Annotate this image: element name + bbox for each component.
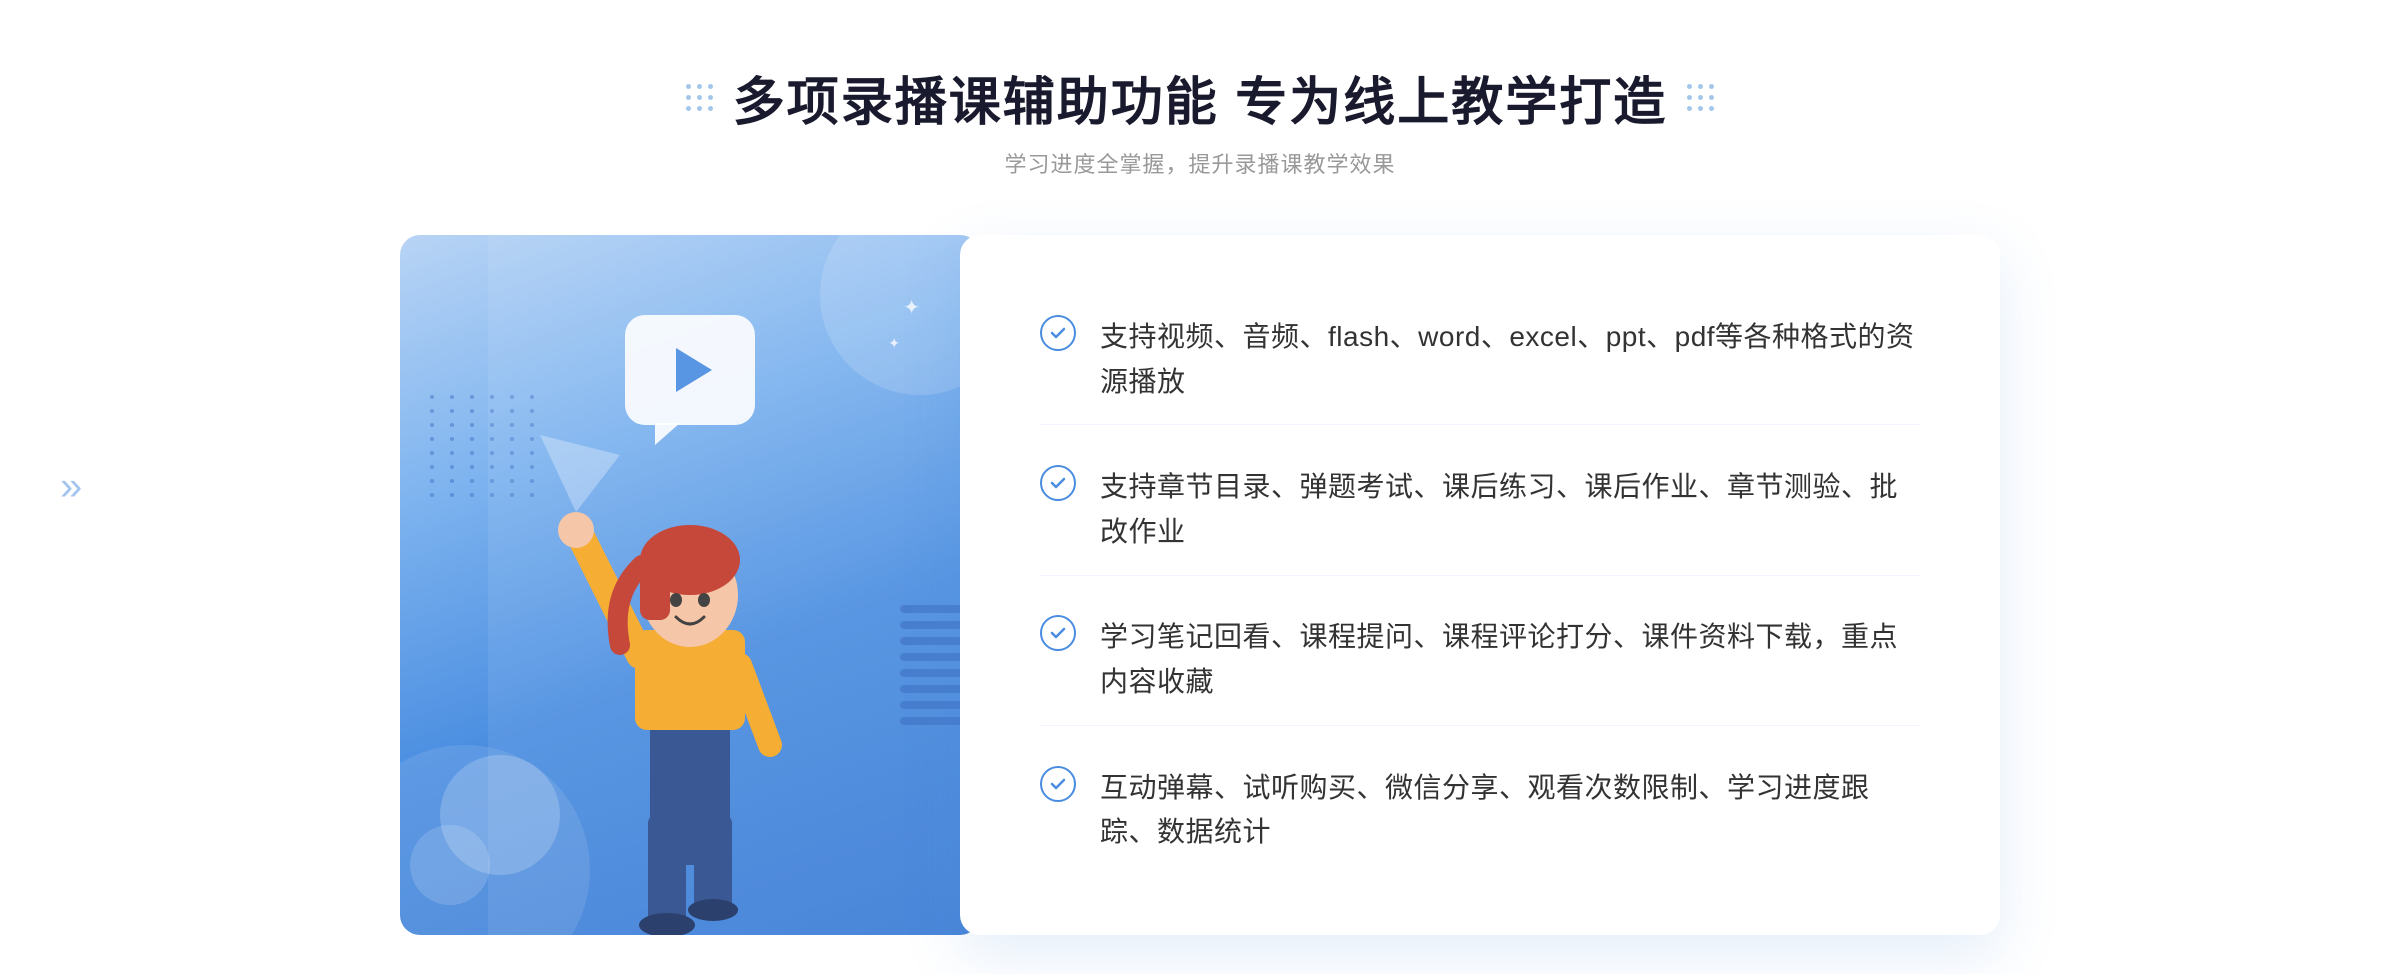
page-container: » 多项录播课辅助功能 专为线上教学打造 学习进度全掌握，提升录播课教学效果 (0, 0, 2400, 974)
feature-text-4: 互动弹幕、试听购买、微信分享、观看次数限制、学习进度跟踪、数据统计 (1100, 766, 1920, 856)
header-title-container: 多项录播课辅助功能 专为线上教学打造 (686, 60, 1714, 135)
right-deco-dots (1687, 84, 1714, 111)
header-subtitle: 学习进度全掌握，提升录播课教学效果 (686, 147, 1714, 179)
feature-item-2: 支持章节目录、弹题考试、课后练习、课后作业、章节测验、批改作业 (1040, 445, 1920, 576)
header: 多项录播课辅助功能 专为线上教学打造 学习进度全掌握，提升录播课教学效果 (686, 60, 1714, 179)
deco-circle-2 (410, 825, 490, 905)
left-arrow-decoration: » (60, 465, 82, 510)
feature-item-4: 互动弹幕、试听购买、微信分享、观看次数限制、学习进度跟踪、数据统计 (1040, 746, 1920, 876)
feature-item-1: 支持视频、音频、flash、word、excel、ppt、pdf等各种格式的资源… (1040, 295, 1920, 426)
feature-item-3: 学习笔记回看、课程提问、课程评论打分、课件资料下载，重点内容收藏 (1040, 595, 1920, 726)
feature-text-3: 学习笔记回看、课程提问、课程评论打分、课件资料下载，重点内容收藏 (1100, 615, 1920, 705)
check-icon-4 (1040, 766, 1076, 802)
panel-overlay (488, 235, 980, 935)
check-icon-3 (1040, 615, 1076, 651)
left-deco-dots (686, 84, 713, 111)
page-title: 多项录播课辅助功能 专为线上教学打造 (733, 60, 1667, 135)
feature-text-2: 支持章节目录、弹题考试、课后练习、课后作业、章节测验、批改作业 (1100, 465, 1920, 555)
feature-text-1: 支持视频、音频、flash、word、excel、ppt、pdf等各种格式的资源… (1100, 315, 1920, 405)
illustration-panel: ✦ ✦ (400, 235, 980, 935)
check-icon-1 (1040, 315, 1076, 351)
features-panel: 支持视频、音频、flash、word、excel、ppt、pdf等各种格式的资源… (960, 235, 2000, 935)
content-area: ✦ ✦ (400, 235, 2000, 935)
check-icon-2 (1040, 465, 1076, 501)
